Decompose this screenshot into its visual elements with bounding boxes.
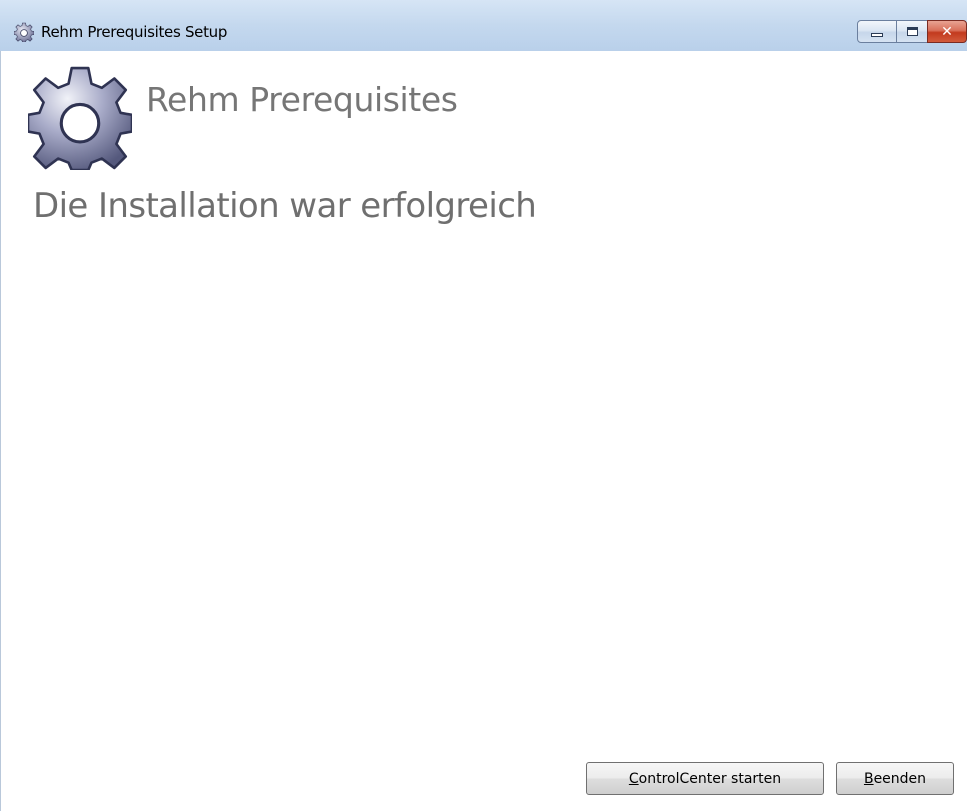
minimize-icon [871,32,883,37]
app-title: Rehm Prerequisites [146,80,458,119]
close-icon: ✕ [941,23,953,40]
maximize-icon [906,27,918,36]
window-title: Rehm Prerequisites Setup [41,23,228,41]
button-mnemonic: B [863,770,874,787]
status-message: Die Installation war erfolgreich [33,186,537,226]
start-controlcenter-button[interactable]: ControlCenter starten [586,762,824,795]
gear-icon [28,66,132,170]
button-mnemonic: C [628,770,639,787]
gear-icon [14,22,34,42]
maximize-button[interactable] [896,20,928,43]
setup-window: Rehm Prerequisites Setup ✕ Rehm Prerequi… [0,0,967,811]
title-bar[interactable]: Rehm Prerequisites Setup ✕ [0,0,967,51]
button-label: eenden [873,770,927,787]
button-label: ontrolCenter starten [638,770,782,787]
close-button[interactable]: ✕ [927,20,967,43]
exit-button[interactable]: Beenden [836,762,954,795]
minimize-button[interactable] [857,20,897,43]
client-area [0,51,967,811]
caption-buttons: ✕ [857,20,967,43]
